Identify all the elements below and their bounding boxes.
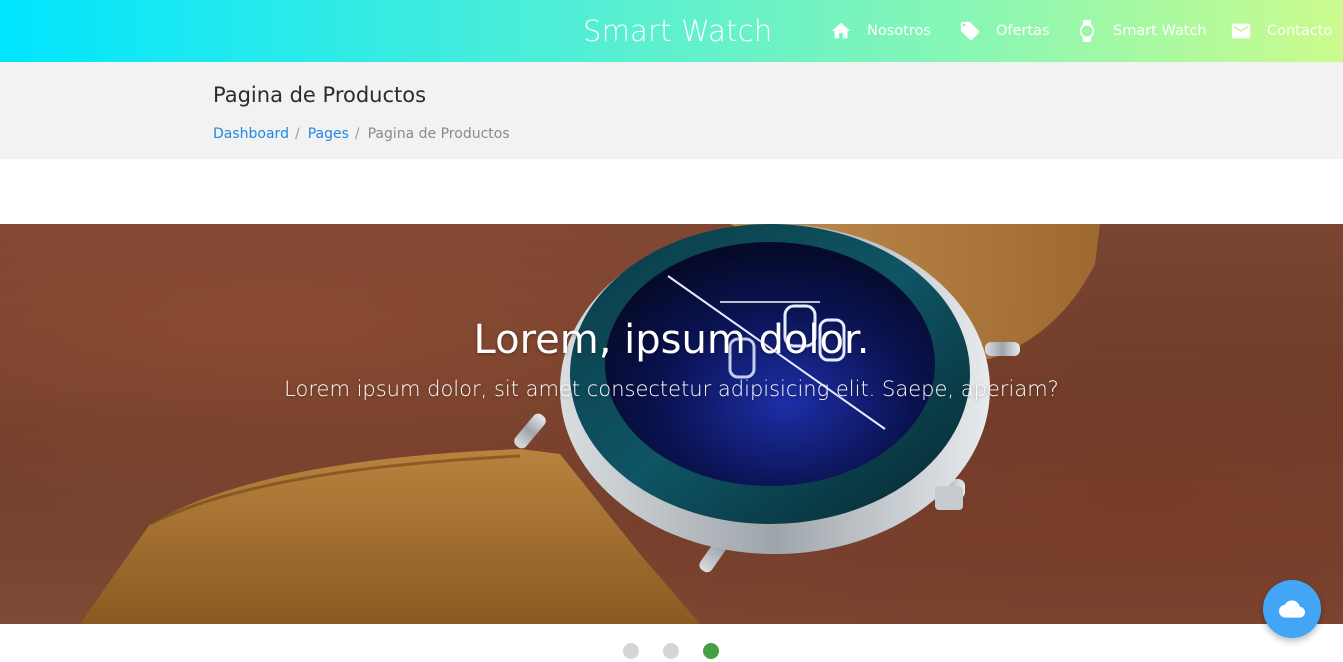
nav-item-label: Smart Watch [1113, 23, 1207, 39]
nav-item-label: Contacto [1267, 23, 1333, 39]
floating-action-button[interactable] [1263, 580, 1321, 638]
top-navbar: Smart Watch Nosotros Ofertas Smart Watch… [0, 0, 1343, 62]
carousel-indicator-3-active[interactable] [703, 643, 719, 659]
nav-item-nosotros[interactable]: Nosotros [830, 18, 931, 44]
nav-item-contacto[interactable]: Contacto [1230, 18, 1332, 44]
nav-item-smart-watch[interactable]: Smart Watch [1076, 18, 1207, 44]
carousel-indicators [623, 643, 719, 659]
carousel-indicator-1[interactable] [623, 643, 639, 659]
carousel-indicator-2[interactable] [663, 643, 679, 659]
breadcrumb-separator: / [354, 126, 360, 142]
brand-logo-text[interactable]: Smart Watch [583, 13, 772, 49]
watch-icon [1076, 20, 1098, 42]
breadcrumb-link-pages[interactable]: Pages [308, 124, 349, 144]
cloud-icon [1279, 596, 1305, 622]
slide-title: Lorem, ipsum dolor. [473, 317, 870, 363]
smartwatch-slide-image [80, 224, 1100, 624]
tag-icon [959, 20, 981, 42]
page-header: Pagina de Productos Dashboard / Pages / … [0, 62, 1343, 159]
breadcrumb: Dashboard / Pages / Pagina de Productos [213, 124, 510, 144]
slide-text: Lorem ipsum dolor, sit amet consectetur … [284, 377, 1059, 401]
page-title: Pagina de Productos [213, 83, 427, 107]
nav-item-ofertas[interactable]: Ofertas [959, 18, 1050, 44]
mail-icon [1230, 20, 1252, 42]
nav-item-label: Nosotros [867, 23, 931, 39]
image-carousel[interactable]: Lorem, ipsum dolor. Lorem ipsum dolor, s… [0, 224, 1343, 624]
breadcrumb-separator: / [294, 126, 300, 142]
breadcrumb-link-dashboard[interactable]: Dashboard [213, 124, 289, 144]
slide-caption: Lorem, ipsum dolor. Lorem ipsum dolor, s… [0, 314, 1343, 404]
home-icon [830, 20, 852, 42]
breadcrumb-current: Pagina de Productos [367, 126, 510, 142]
nav-item-label: Ofertas [996, 23, 1050, 39]
